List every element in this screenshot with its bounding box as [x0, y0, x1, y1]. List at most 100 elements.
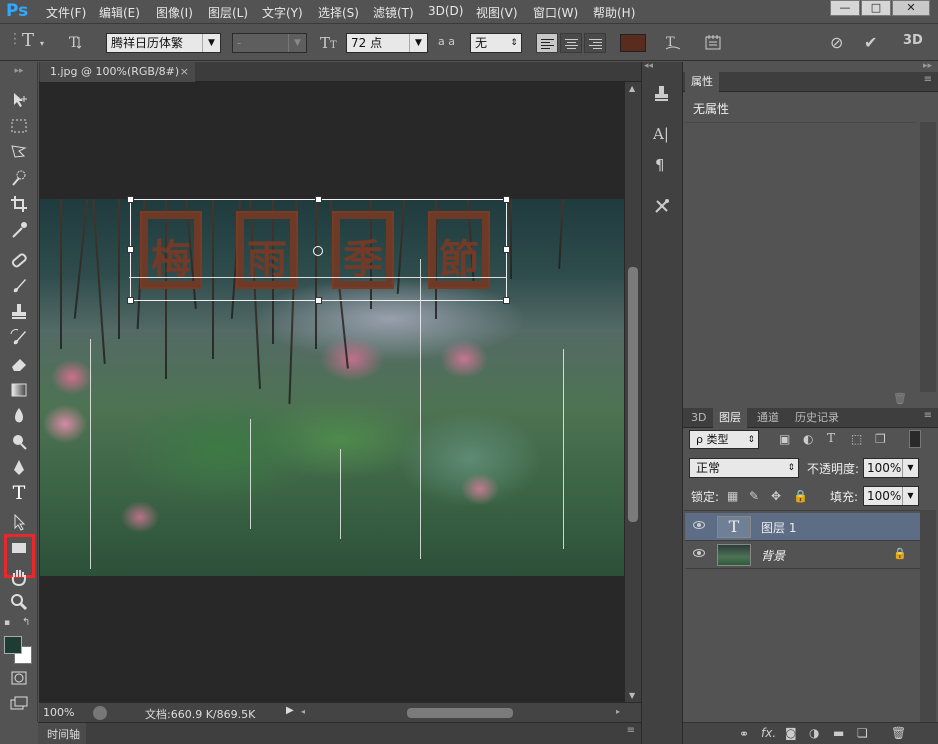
layer-row-text[interactable]: T 图层 1	[685, 513, 920, 541]
transform-handle[interactable]	[503, 246, 510, 253]
character-panel-icon[interactable]	[704, 33, 722, 55]
tab-layers[interactable]: 图层	[713, 408, 747, 428]
gradient-tool-icon[interactable]	[7, 380, 31, 402]
tool-presets-icon[interactable]	[652, 84, 672, 107]
fx-icon[interactable]: fx.	[761, 726, 776, 740]
lock-transparency-icon[interactable]: ▦	[727, 489, 738, 503]
menu-window[interactable]: 窗口(W)	[533, 4, 578, 21]
filter-type-icon[interactable]: T	[827, 431, 835, 445]
font-style-select[interactable]: - ▼	[232, 33, 307, 53]
filter-shape-icon[interactable]: ⬚	[851, 432, 862, 446]
brush-tool-icon[interactable]	[7, 276, 31, 298]
layer-filter-select[interactable]: ρ 类型 ⇕	[689, 430, 759, 449]
canvas-area[interactable]: 梅 雨 季 節	[39, 82, 625, 702]
chevron-down-icon[interactable]: ▼	[902, 459, 918, 477]
menu-select[interactable]: 选择(S)	[318, 4, 359, 21]
scroll-down-icon[interactable]: ▼	[629, 691, 635, 700]
chevron-down-icon[interactable]: ▾	[40, 39, 44, 48]
stamp-tool-icon[interactable]	[7, 302, 31, 324]
filter-pixel-icon[interactable]: ▣	[779, 432, 790, 446]
align-center-button[interactable]	[560, 33, 582, 53]
quick-mask-icon[interactable]	[7, 668, 31, 690]
visibility-eye-icon[interactable]	[693, 521, 705, 529]
menu-file[interactable]: 文件(F)	[46, 4, 86, 21]
filter-toggle[interactable]	[909, 430, 921, 448]
layer-row-background[interactable]: 背景 🔒	[685, 541, 920, 569]
chevron-down-icon[interactable]: ▼	[902, 487, 918, 505]
tools-icon[interactable]	[652, 196, 672, 219]
transform-handle[interactable]	[503, 297, 510, 304]
scroll-right-icon[interactable]: ▸	[616, 707, 620, 716]
menu-image[interactable]: 图像(I)	[156, 4, 193, 21]
panel-menu-icon[interactable]: ≡	[924, 410, 932, 421]
scroll-thumb[interactable]	[628, 267, 638, 522]
status-options-icon[interactable]	[93, 706, 107, 720]
menu-filter[interactable]: 滤镜(T)	[373, 4, 414, 21]
eyedropper-tool-icon[interactable]	[7, 220, 31, 242]
swap-colors-icon[interactable]: ↰	[22, 617, 30, 628]
lock-pixels-icon[interactable]: ✎	[749, 489, 759, 503]
move-tool-icon[interactable]	[7, 90, 31, 112]
blend-mode-select[interactable]: 正常 ⇕	[689, 458, 799, 478]
menu-3d[interactable]: 3D(D)	[428, 4, 463, 18]
scroll-up-icon[interactable]: ▲	[629, 84, 635, 93]
menu-layer[interactable]: 图层(L)	[208, 4, 248, 21]
lasso-tool-icon[interactable]	[7, 142, 31, 164]
timeline-tab[interactable]: 时间轴	[38, 723, 86, 744]
menu-type[interactable]: 文字(Y)	[262, 4, 303, 21]
tab-close-button[interactable]: ×	[180, 62, 189, 82]
opacity-field[interactable]: 100% ▼	[863, 458, 919, 478]
layer-name[interactable]: 图层 1	[761, 519, 796, 536]
tab-channels[interactable]: 通道	[751, 408, 785, 428]
type-tool-icon[interactable]: T	[7, 482, 31, 504]
zoom-level[interactable]: 100%	[43, 706, 74, 719]
dodge-tool-icon[interactable]	[7, 432, 31, 454]
transform-handle[interactable]	[315, 297, 322, 304]
hand-tool-icon[interactable]	[7, 567, 31, 589]
trash-icon[interactable]: 🗑	[891, 726, 906, 740]
paragraph-icon[interactable]: ¶	[655, 156, 665, 174]
link-icon[interactable]: ⚭	[739, 727, 749, 741]
collapse-icon[interactable]: ◂◂	[644, 61, 653, 71]
cancel-edit-icon[interactable]: ⊘	[830, 33, 843, 52]
toggle-orientation-icon[interactable]: T	[68, 33, 86, 55]
trash-icon[interactable]: 🗑	[893, 392, 907, 405]
warp-text-icon[interactable]: T	[664, 33, 682, 55]
visibility-eye-icon[interactable]	[693, 549, 705, 557]
reference-point[interactable]	[313, 246, 323, 256]
marquee-tool-icon[interactable]	[7, 116, 31, 138]
eraser-tool-icon[interactable]	[7, 354, 31, 376]
align-right-button[interactable]	[584, 33, 606, 53]
rectangle-tool-icon[interactable]	[7, 538, 31, 560]
3d-text-button[interactable]: 3D	[903, 33, 923, 48]
lock-position-icon[interactable]: ✥	[771, 489, 781, 503]
filter-adjustment-icon[interactable]: ◐	[803, 432, 813, 446]
menu-help[interactable]: 帮助(H)	[593, 4, 635, 21]
align-left-button[interactable]	[536, 33, 558, 53]
character-icon[interactable]: A|	[653, 125, 669, 143]
transform-handle[interactable]	[315, 196, 322, 203]
status-menu-icon[interactable]: ▶	[286, 705, 294, 716]
vertical-scrollbar[interactable]: ▲ ▼	[625, 82, 641, 702]
transform-handle[interactable]	[127, 246, 134, 253]
tab-history[interactable]: 历史记录	[789, 408, 845, 428]
history-brush-tool-icon[interactable]	[7, 328, 31, 350]
blur-tool-icon[interactable]	[7, 406, 31, 428]
tab-properties[interactable]: 属性	[685, 72, 719, 92]
menu-view[interactable]: 视图(V)	[476, 4, 518, 21]
healing-brush-tool-icon[interactable]	[7, 250, 31, 272]
transform-handle[interactable]	[503, 196, 510, 203]
tab-3d[interactable]: 3D	[685, 408, 712, 428]
transform-handle[interactable]	[127, 297, 134, 304]
restore-button[interactable]: □	[861, 0, 891, 16]
text-bounding-box[interactable]	[127, 196, 510, 304]
properties-scrollbar[interactable]	[920, 122, 936, 392]
menu-edit[interactable]: 编辑(E)	[99, 4, 140, 21]
screen-mode-icon[interactable]	[7, 694, 31, 716]
folder-icon[interactable]: ▬	[833, 726, 844, 740]
horizontal-scroll-thumb[interactable]	[407, 708, 513, 718]
font-size-select[interactable]: 72 点 ▼	[346, 33, 428, 53]
crop-tool-icon[interactable]	[7, 194, 31, 216]
close-button[interactable]: ✕	[892, 0, 930, 16]
mask-icon[interactable]: ◙	[785, 726, 797, 740]
